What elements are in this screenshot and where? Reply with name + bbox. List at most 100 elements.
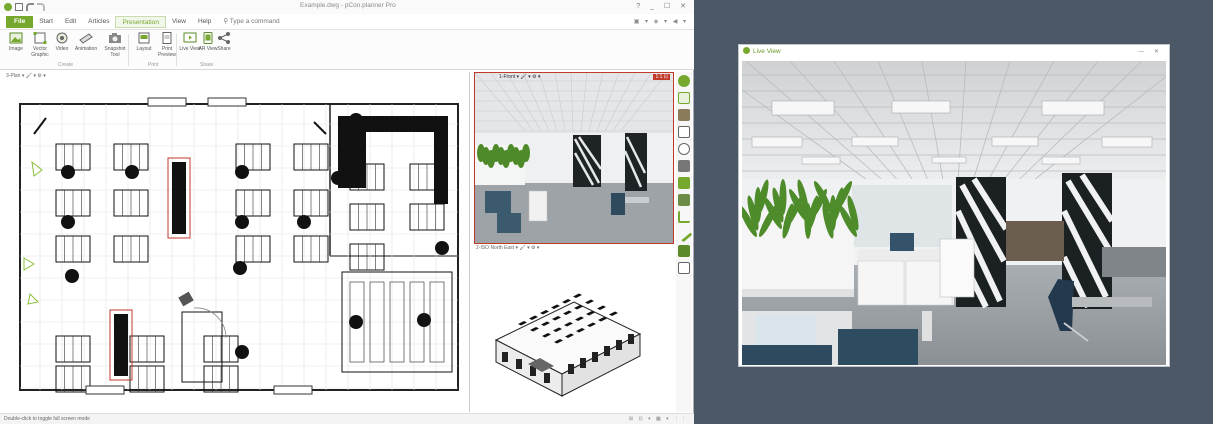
ribbon-separator <box>128 34 129 66</box>
live-view-window[interactable]: Live View — ✕ <box>738 44 1170 367</box>
ceiling-light-panel <box>1041 100 1105 116</box>
ceiling-light-panel <box>1101 136 1153 148</box>
ribbon-button-layout[interactable]: Layout <box>132 32 156 52</box>
live-view-render[interactable] <box>742 61 1166 365</box>
chair-symbol <box>61 215 75 229</box>
live-view-title-bar[interactable]: Live View <box>739 45 1169 59</box>
page-icon[interactable] <box>678 262 690 274</box>
ribbon-button-image[interactable]: Image <box>4 32 28 52</box>
window <box>616 340 622 350</box>
window <box>580 358 586 368</box>
building-isometric-model <box>494 293 642 397</box>
skylight <box>597 305 606 310</box>
iso-viewport-label[interactable]: 2-ISO North East ▾ 🖌 ▾ ⚙ ▾ <box>476 245 539 251</box>
video-icon <box>56 32 68 44</box>
status-bar: Double-click to toggle full screen mode … <box>0 413 694 424</box>
skylight <box>609 311 618 316</box>
search-articles-icon[interactable] <box>678 143 690 155</box>
chair-symbol <box>61 165 75 179</box>
window-controls[interactable]: ? _ ☐ ✕ <box>636 2 690 10</box>
render-viewport-label[interactable]: 1-Front ▾ 🖌 ▾ ⚙ ▾ <box>499 74 540 80</box>
ribbon-button-animation[interactable]: Animation <box>74 32 98 52</box>
floor-plan-drawing[interactable] <box>4 72 470 412</box>
window <box>628 334 634 344</box>
vector-graphic-icon <box>33 32 47 44</box>
menu-view[interactable]: View <box>166 16 192 28</box>
skylight <box>540 310 549 315</box>
plan-viewport[interactable]: 3-Plan ▾ 🖌 ▾ ⚙ ▾ <box>4 72 470 412</box>
edit-pen-icon[interactable] <box>675 225 693 243</box>
window <box>544 373 550 383</box>
pcon-planner-window: Example.dwg - pCon.planner Pro ? _ ☐ ✕ F… <box>0 0 694 424</box>
chair-symbol <box>65 269 79 283</box>
materials-icon[interactable] <box>678 109 690 121</box>
cabinet-block <box>338 128 366 188</box>
structure-icon[interactable] <box>678 194 690 206</box>
render-scale-badge[interactable]: 1:1 ⊡ <box>653 74 670 80</box>
skylight <box>573 293 582 298</box>
ceiling-light-panel <box>991 136 1039 147</box>
skylight <box>562 299 571 304</box>
chart-icon[interactable] <box>678 211 690 223</box>
menu-articles[interactable]: Articles <box>82 16 115 28</box>
plan-viewport-label[interactable]: 3-Plan ▾ 🖌 ▾ ⚙ ▾ <box>6 73 46 79</box>
ribbon-button-video[interactable]: Video <box>50 32 74 52</box>
command-search[interactable]: ⚲ Type a command <box>217 16 285 28</box>
save-icon[interactable] <box>15 3 23 11</box>
window <box>502 352 508 362</box>
chair-symbol <box>235 215 249 229</box>
menu-start[interactable]: Start <box>33 16 59 28</box>
menu-file[interactable]: File <box>6 15 34 28</box>
menu-right-tools[interactable]: ▣ ▾ ◈ ▾ ◀ ▾ <box>634 18 688 25</box>
menu-presentation[interactable]: Presentation <box>115 15 166 28</box>
window <box>604 346 610 356</box>
window-title: Example.dwg - pCon.planner Pro <box>300 2 396 9</box>
ceiling-light-panel <box>891 100 951 114</box>
render-viewport[interactable]: 1-Front ▾ 🖌 ▾ ⚙ ▾ 1:1 ⊡ <box>474 72 674 244</box>
skylight <box>585 299 594 304</box>
chair-symbol <box>235 165 249 179</box>
window <box>568 364 574 374</box>
ribbon-group-print: Print <box>148 62 159 68</box>
layers-icon[interactable] <box>678 177 690 189</box>
ceiling-light-panel <box>751 136 803 148</box>
menu-edit[interactable]: Edit <box>59 16 82 28</box>
menu-help[interactable]: Help <box>192 16 217 28</box>
ribbon-button-share[interactable]: Share <box>212 32 236 52</box>
properties-icon[interactable] <box>678 126 690 138</box>
undo-icon[interactable] <box>26 3 34 11</box>
article-catalog-icon[interactable] <box>678 75 690 87</box>
landscape-image-icon[interactable] <box>678 245 690 257</box>
print-preview-icon <box>162 32 172 44</box>
command-input[interactable]: Type a command <box>230 18 280 25</box>
chair-symbol <box>233 261 247 275</box>
live-view-window-controls[interactable]: — ✕ <box>1138 45 1163 59</box>
ribbon-button-snapshot-tool[interactable]: Snapshot Tool <box>103 32 127 58</box>
ribbon-button-vector-graphic[interactable]: Vector Graphic <box>28 32 52 58</box>
ceiling-light-panel <box>771 100 835 116</box>
status-view-controls[interactable]: ⊞ ⊡ ▾ ▦ ▾ ⋮⋮ <box>629 414 688 424</box>
menu-bar: File Start Edit Articles Presentation Vi… <box>0 14 694 30</box>
redo-icon[interactable] <box>37 3 45 11</box>
office-render-preview <box>475 73 673 243</box>
animation-icon <box>79 33 93 44</box>
cabinet-block <box>338 116 434 132</box>
tools-sidebar <box>675 72 693 412</box>
cabinet-block <box>434 116 448 204</box>
isometric-viewport[interactable]: 2-ISO North East ▾ 🖌 ▾ ⚙ ▾ <box>474 244 674 412</box>
skylight <box>518 321 527 326</box>
chair-symbol <box>297 215 311 229</box>
live-view-title: Live View <box>753 48 781 55</box>
plant-leaf <box>779 179 787 215</box>
ribbon-group-create: Create <box>58 62 74 68</box>
skylight <box>529 315 538 320</box>
image-icon <box>9 32 23 44</box>
ceiling-light-panel <box>851 136 899 147</box>
ribbon-group-share: Share <box>200 62 214 68</box>
folder-icon[interactable] <box>678 160 690 172</box>
camera-icon <box>109 33 121 43</box>
image-library-icon[interactable] <box>678 92 690 104</box>
chair-symbol <box>435 241 449 255</box>
chair-symbol <box>349 315 363 329</box>
office-interior-render <box>742 61 1166 365</box>
